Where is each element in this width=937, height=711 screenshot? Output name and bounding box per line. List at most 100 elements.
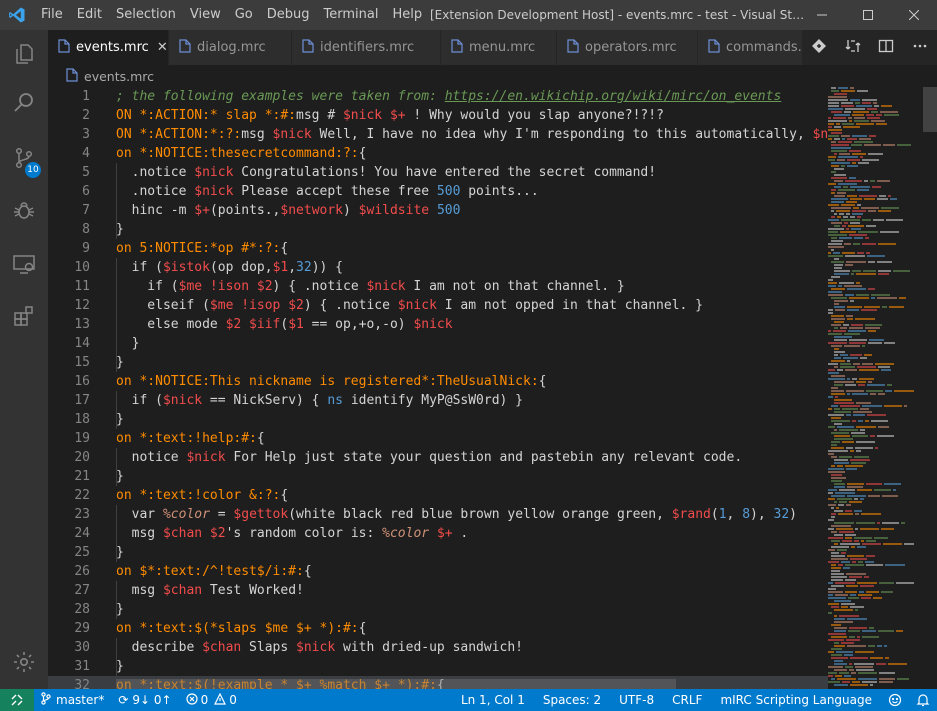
encoding[interactable]: UTF-8	[610, 689, 663, 711]
minimap-line	[828, 672, 837, 674]
code-token: ! Why would you slap anyone?!?!?	[405, 108, 664, 123]
line-content: notice $nick For Help just state your qu…	[116, 448, 743, 467]
code-line: 27 msg $chan Test Worked!	[48, 581, 828, 600]
minimap-line	[828, 285, 836, 287]
tab-identifiers-mrc[interactable]: identifiers.mrc	[292, 30, 441, 65]
minimap-line	[860, 156, 863, 158]
notifications-icon[interactable]	[909, 689, 937, 711]
line-content: }	[116, 353, 124, 372]
vertical-scrollbar[interactable]	[923, 87, 937, 132]
language-mode[interactable]: mIRC Scripting Language	[711, 689, 881, 711]
close-button[interactable]	[891, 0, 937, 30]
line-content: elseif ($me !isop $2) { .notice $nick I …	[116, 296, 703, 315]
minimap-line	[852, 153, 866, 155]
search-icon[interactable]	[0, 78, 48, 126]
breadcrumb-file[interactable]: events.mrc	[84, 69, 154, 84]
menu-file[interactable]: File	[34, 0, 70, 30]
minimap-line	[868, 288, 875, 290]
horizontal-scrollbar[interactable]	[116, 679, 676, 689]
minimap-line	[890, 198, 897, 200]
line-number: 7	[82, 203, 90, 218]
minimap-line	[834, 339, 847, 341]
code-line: 5 .notice $nick Congratulations! You hav…	[48, 163, 828, 182]
code-editor[interactable]: 1 ; the following examples were taken fro…	[48, 87, 828, 689]
minimap-line	[856, 282, 860, 284]
minimap-line	[828, 228, 844, 230]
minimap-line	[837, 216, 841, 218]
minimap-line	[847, 165, 858, 167]
line-content: if ($me !ison $2) { .notice $nick I am n…	[116, 277, 624, 296]
menu-selection[interactable]: Selection	[109, 0, 183, 30]
branch-indicator[interactable]: master*	[34, 689, 111, 711]
source-control-icon[interactable]: 10	[0, 134, 48, 182]
minimap-line	[831, 558, 848, 560]
minimap-line	[873, 219, 884, 221]
line-content: ; the following examples were taken from…	[116, 87, 781, 106]
minimap-line	[855, 666, 873, 668]
maximize-button[interactable]	[845, 0, 891, 30]
menu-view[interactable]: View	[183, 0, 228, 30]
minimap-line	[831, 624, 841, 626]
split-editor-icon[interactable]	[878, 38, 894, 58]
minimap-line	[839, 489, 855, 491]
code-token: Please accept these free	[233, 184, 437, 199]
menu-help[interactable]: Help	[385, 0, 429, 30]
minimap-line	[862, 543, 881, 545]
code-token: $nick	[162, 393, 203, 408]
indentation[interactable]: Spaces: 2	[534, 689, 610, 711]
minimap-line	[842, 123, 854, 125]
close-tab-icon[interactable]: ✕	[157, 40, 168, 55]
tab-operators-mrc[interactable]: operators.mrc	[557, 30, 698, 65]
minimap-line	[844, 654, 853, 656]
minimap-line	[857, 90, 868, 92]
remote-indicator[interactable]	[0, 689, 34, 711]
code-token: $rand	[671, 507, 711, 522]
extensions-icon[interactable]	[0, 292, 48, 340]
remote-explorer-icon[interactable]	[0, 240, 48, 288]
problems-indicator[interactable]: 0 0	[179, 689, 244, 711]
minimap-line	[856, 123, 874, 125]
minimap-line	[834, 348, 839, 350]
minimap-line	[870, 684, 873, 686]
minimap-line	[884, 483, 901, 485]
end-of-line[interactable]: CRLF	[663, 689, 711, 711]
minimap-line	[865, 324, 882, 326]
tab-events-mrc[interactable]: events.mrc ✕	[48, 30, 169, 65]
debug-icon[interactable]	[0, 186, 48, 234]
open-changes-icon[interactable]	[811, 38, 827, 58]
vscode-logo-icon[interactable]	[0, 0, 34, 30]
settings-gear-icon[interactable]	[0, 638, 48, 686]
code-token: hinc -m	[116, 203, 195, 218]
code-token: identify MyP@SsW0rd) }	[343, 393, 524, 408]
code-token: =	[209, 507, 234, 522]
minimap-line	[858, 420, 863, 422]
minimap-line	[831, 144, 849, 146]
code-token: on *:NOTICE:thesecretcommand:?:	[116, 146, 359, 161]
tab-label: dialog.mrc	[197, 40, 266, 55]
minimap[interactable]	[828, 87, 937, 689]
line-number: 30	[74, 640, 90, 655]
minimap-line	[831, 147, 851, 149]
feedback-icon[interactable]	[881, 689, 909, 711]
tab-menu-mrc[interactable]: menu.mrc	[441, 30, 557, 65]
minimize-button[interactable]	[799, 0, 845, 30]
cursor-position[interactable]: Ln 1, Col 1	[452, 689, 534, 711]
explorer-icon[interactable]	[0, 30, 48, 78]
code-line: 31}	[48, 657, 828, 676]
menu-terminal[interactable]: Terminal	[317, 0, 386, 30]
minimap-line	[868, 495, 880, 497]
code-token: $me !ison $2	[178, 279, 273, 294]
code-token: else mode	[116, 317, 226, 332]
code-token: }	[116, 412, 124, 427]
menu-edit[interactable]: Edit	[70, 0, 109, 30]
compare-icon[interactable]	[845, 38, 861, 58]
minimap-line	[831, 222, 842, 224]
tab-dialog-mrc[interactable]: dialog.mrc	[169, 30, 292, 65]
more-actions-icon[interactable]	[912, 38, 928, 58]
menu-debug[interactable]: Debug	[260, 0, 317, 30]
minimap-line	[838, 564, 843, 566]
menu-go[interactable]: Go	[228, 0, 260, 30]
sync-indicator[interactable]: ⟳ 9↓ 0↑	[111, 689, 178, 711]
line-number: 20	[74, 450, 90, 465]
minimap-line	[850, 222, 860, 224]
